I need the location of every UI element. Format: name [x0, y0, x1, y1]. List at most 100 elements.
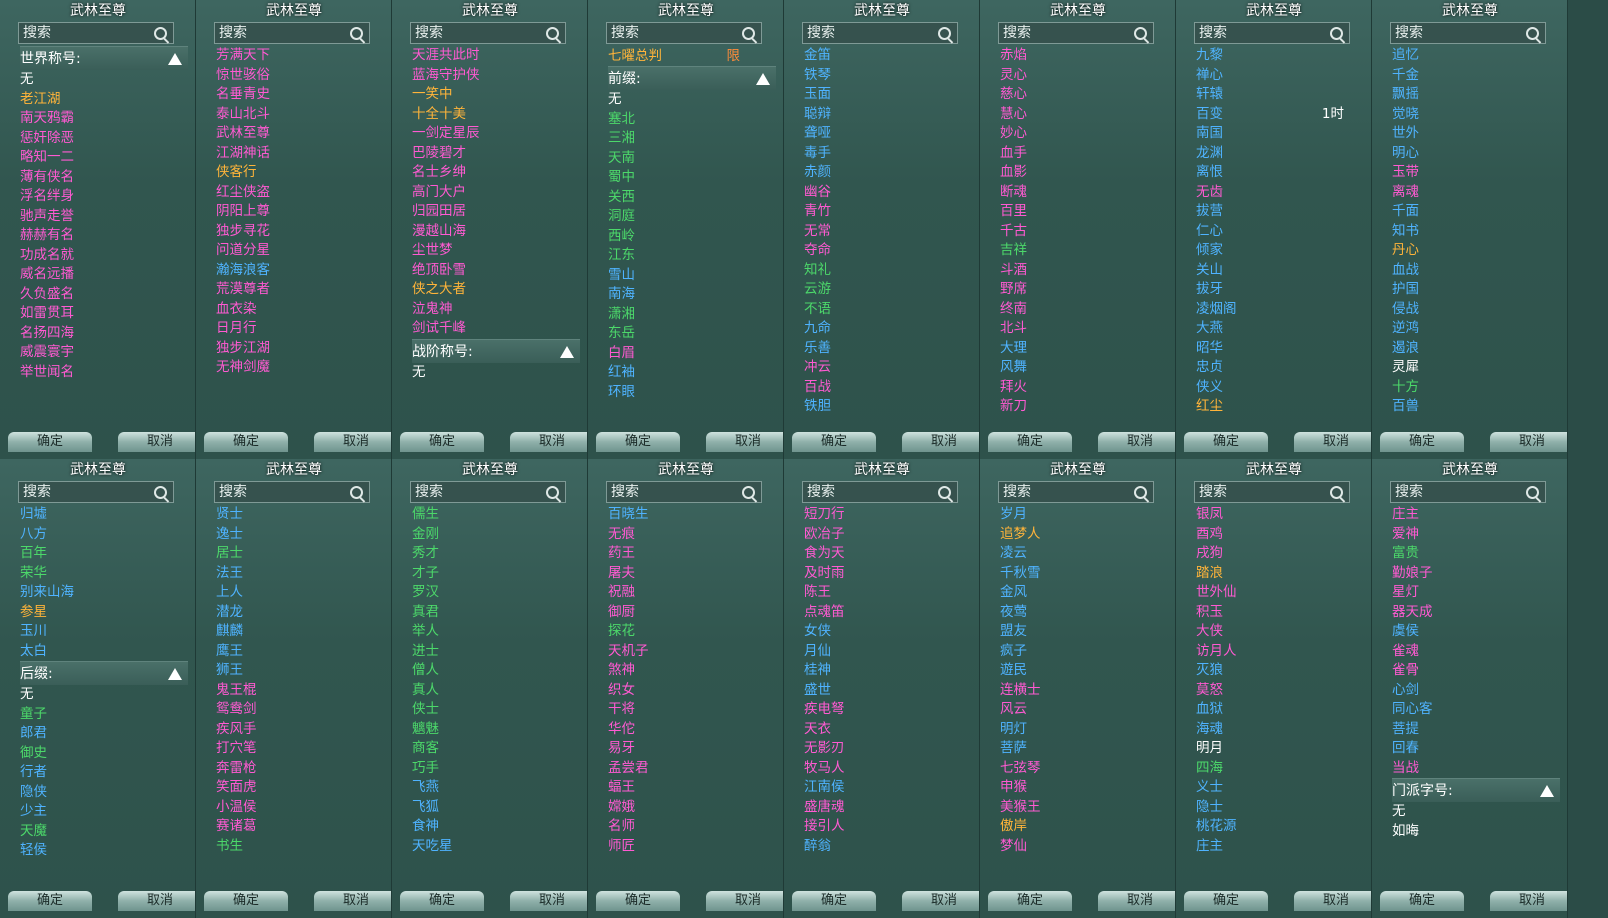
- category-header[interactable]: ∿战阶称号:: [412, 338, 580, 363]
- title-item[interactable]: 女侠: [804, 622, 972, 642]
- title-item[interactable]: 潜龙: [216, 603, 384, 623]
- title-item[interactable]: 疾电弩: [804, 700, 972, 720]
- title-item[interactable]: 狮王: [216, 661, 384, 681]
- title-item[interactable]: 侠之大者: [412, 280, 580, 300]
- cancel-button[interactable]: 取消: [118, 432, 195, 452]
- title-item[interactable]: 驰声走誉: [20, 207, 188, 227]
- title-item[interactable]: 赛诸葛: [216, 817, 384, 837]
- title-item[interactable]: 无: [1392, 802, 1560, 822]
- title-item[interactable]: 无齿: [1196, 183, 1364, 203]
- search-icon[interactable]: [1330, 27, 1343, 40]
- title-item[interactable]: 商客: [412, 739, 580, 759]
- title-item[interactable]: 织女: [608, 681, 776, 701]
- title-item[interactable]: 魑魅: [412, 720, 580, 740]
- confirm-button[interactable]: 确定: [400, 432, 484, 452]
- title-item[interactable]: 问道分星: [216, 241, 384, 261]
- title-item[interactable]: 毒手: [804, 144, 972, 164]
- search-input[interactable]: 搜索: [410, 22, 566, 44]
- title-list[interactable]: 儒生 金刚 秀才 才子 罗汉 真君 举人 进士 僧人 真人 侠士 魑魅 商客 巧手 飞燕 飞狐 食神 天吃星: [412, 505, 580, 887]
- title-item[interactable]: 赤焰: [1000, 46, 1168, 66]
- confirm-button[interactable]: 确定: [792, 432, 876, 452]
- title-item[interactable]: 金刚: [412, 525, 580, 545]
- title-item[interactable]: 无神剑魔: [216, 358, 384, 378]
- search-input[interactable]: 搜索: [1194, 481, 1350, 503]
- title-item[interactable]: 知书: [1392, 222, 1560, 242]
- title-item[interactable]: 赫赫有名: [20, 226, 188, 246]
- title-item[interactable]: 美猴王: [1000, 798, 1168, 818]
- title-item[interactable]: 略知一二: [20, 148, 188, 168]
- title-item[interactable]: 青竹: [804, 202, 972, 222]
- title-item[interactable]: 幽谷: [804, 183, 972, 203]
- title-item[interactable]: 荒漠尊者: [216, 280, 384, 300]
- cancel-button[interactable]: 取消: [1490, 891, 1567, 911]
- title-item[interactable]: 名师: [608, 817, 776, 837]
- title-item[interactable]: 北斗: [1000, 319, 1168, 339]
- title-item[interactable]: 积玉: [1196, 603, 1364, 623]
- title-item[interactable]: 师匠: [608, 837, 776, 857]
- title-list[interactable]: 追忆 千金 飘摇 觉晓 世外 明心 玉带 离魂 千面 知书 丹心 血战 护国 侵战 逆鸿 遏浪 灵犀 十方 百兽: [1392, 46, 1560, 428]
- search-icon[interactable]: [1526, 27, 1539, 40]
- title-item[interactable]: 南海: [608, 285, 776, 305]
- title-item[interactable]: 戌狗: [1196, 544, 1364, 564]
- title-item[interactable]: 漫越山海: [412, 222, 580, 242]
- search-input[interactable]: 搜索: [606, 481, 762, 503]
- title-item[interactable]: 归墟: [20, 505, 188, 525]
- title-item[interactable]: 虞侯: [1392, 622, 1560, 642]
- category-header[interactable]: ∿门派字号:: [1392, 778, 1560, 802]
- title-item[interactable]: 玉带: [1392, 163, 1560, 183]
- title-item[interactable]: 盛唐魂: [804, 798, 972, 818]
- title-list[interactable]: 短刀行 欧冶子 食为天 及时雨 陈王 点魂笛 女侠 月仙 桂神 盛世 疾电弩 天衣 无影刃 牧马人 江南侯盛…: [804, 505, 972, 887]
- title-item[interactable]: 昭华: [1196, 339, 1364, 359]
- title-item[interactable]: 星灯: [1392, 583, 1560, 603]
- title-item[interactable]: 威震寰宇: [20, 343, 188, 363]
- title-list[interactable]: 天涯共此时 蓝海守护侠 一笑中 十全十美 一剑定星辰 巴陵碧才 名士乡绅 高门大户 归园田居 漫越…: [412, 46, 580, 428]
- title-item[interactable]: 天吃星: [412, 837, 580, 857]
- title-item[interactable]: 心剑: [1392, 681, 1560, 701]
- title-item[interactable]: 功成名就: [20, 246, 188, 266]
- title-item[interactable]: 百变 1时: [1196, 105, 1364, 125]
- confirm-button[interactable]: 确定: [1380, 432, 1464, 452]
- search-icon[interactable]: [1330, 486, 1343, 499]
- search-input[interactable]: 搜索: [998, 22, 1154, 44]
- title-item[interactable]: 红尘侠盗: [216, 183, 384, 203]
- title-item[interactable]: 惊世骇俗: [216, 66, 384, 86]
- title-item[interactable]: 庄主: [1196, 837, 1364, 857]
- cancel-button[interactable]: 取消: [1098, 432, 1175, 452]
- title-list[interactable]: 归墟八方百年荣华别来山海参星玉川太白 ∿后缀:无童子郎君御史行者隐侠少主天魔轻侯: [20, 505, 188, 887]
- title-item[interactable]: 久负盛名: [20, 285, 188, 305]
- title-item[interactable]: 海魂: [1196, 720, 1364, 740]
- title-list[interactable]: 岁月 追梦人 凌云 千秋雪 金风 夜莺 盟友 疯子 遊民 连横士 风云 明灯 菩萨 七弦琴 申猴 美猴王 傲岸梦…: [1000, 505, 1168, 887]
- title-item[interactable]: 巧手: [412, 759, 580, 779]
- title-item[interactable]: 御史: [20, 744, 188, 764]
- title-item[interactable]: 洞庭: [608, 207, 776, 227]
- title-item[interactable]: 接引人: [804, 817, 972, 837]
- search-icon[interactable]: [154, 27, 167, 40]
- title-item[interactable]: 护国: [1392, 280, 1560, 300]
- title-item[interactable]: 食神: [412, 817, 580, 837]
- cancel-button[interactable]: 取消: [706, 891, 783, 911]
- title-item[interactable]: 名士乡绅: [412, 163, 580, 183]
- title-item[interactable]: 岁月: [1000, 505, 1168, 525]
- title-item[interactable]: 小温侯: [216, 798, 384, 818]
- title-item[interactable]: 薄有侠名: [20, 168, 188, 188]
- title-item[interactable]: 东岳: [608, 324, 776, 344]
- title-list[interactable]: 芳满天下 惊世骇俗 名垂青史 泰山北斗 武林至尊 江湖神话 侠客行 红尘侠盗 阴阳上尊 独步寻花问…: [216, 46, 384, 428]
- title-item[interactable]: 百晓生: [608, 505, 776, 525]
- title-item[interactable]: 书生: [216, 837, 384, 857]
- collapse-triangle-icon[interactable]: [560, 345, 574, 358]
- title-item[interactable]: 荣华: [20, 564, 188, 584]
- title-item[interactable]: 雀骨: [1392, 661, 1560, 681]
- cancel-button[interactable]: 取消: [1098, 891, 1175, 911]
- title-item[interactable]: 威名远播: [20, 265, 188, 285]
- title-item[interactable]: 尘世梦: [412, 241, 580, 261]
- title-item[interactable]: 嫦娥: [608, 798, 776, 818]
- title-item[interactable]: 灵犀: [1392, 358, 1560, 378]
- search-icon[interactable]: [154, 486, 167, 499]
- title-item[interactable]: 大燕: [1196, 319, 1364, 339]
- title-item[interactable]: 仁心: [1196, 222, 1364, 242]
- title-item[interactable]: 南天鸦霸: [20, 109, 188, 129]
- title-item[interactable]: 血战: [1392, 261, 1560, 281]
- title-item[interactable]: 四海: [1196, 759, 1364, 779]
- title-item[interactable]: 阴阳上尊: [216, 202, 384, 222]
- title-item[interactable]: 铁琴: [804, 66, 972, 86]
